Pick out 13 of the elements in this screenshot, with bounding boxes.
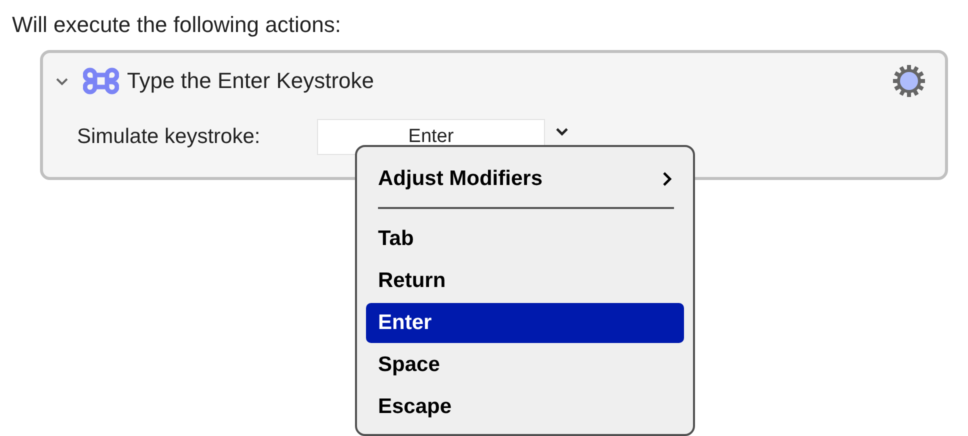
disclosure-chevron-icon[interactable] [55, 76, 69, 86]
menu-item[interactable]: Space [366, 345, 684, 385]
menu-item[interactable]: Enter [366, 303, 684, 343]
gear-icon[interactable] [891, 63, 927, 99]
chevron-right-icon [662, 171, 672, 187]
menu-item[interactable]: Return [366, 261, 684, 301]
action-title: Type the Enter Keystroke [127, 68, 376, 94]
field-label: Simulate keystroke: [77, 125, 262, 149]
submenu-item[interactable]: Adjust Modifiers [366, 159, 684, 199]
menu-item[interactable]: Escape [366, 387, 684, 427]
menu-item[interactable]: Tab [366, 219, 684, 259]
dropdown-chevron-icon[interactable] [555, 127, 569, 137]
section-heading: Will execute the following actions: [12, 12, 342, 38]
